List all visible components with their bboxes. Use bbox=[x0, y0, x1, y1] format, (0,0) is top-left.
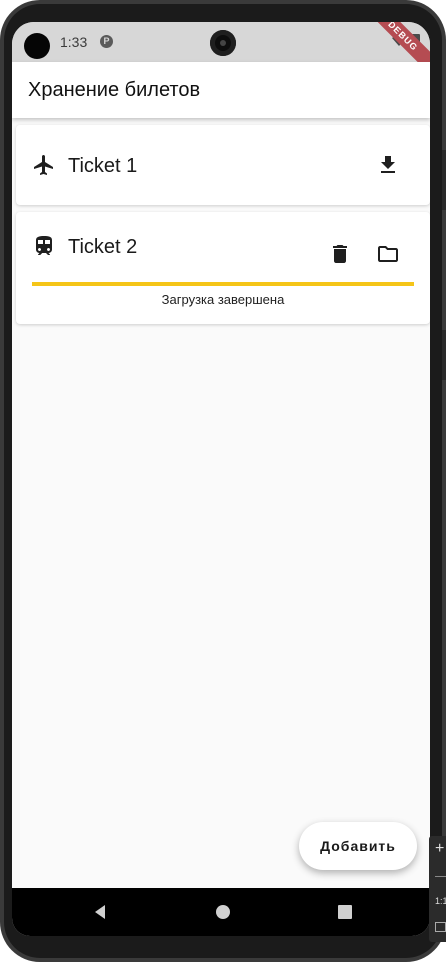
status-time: 1:33 bbox=[60, 34, 88, 50]
camera-cutout-icon bbox=[24, 33, 50, 59]
airplane-icon bbox=[34, 155, 53, 175]
nav-recents-icon[interactable] bbox=[338, 905, 352, 919]
ticket-title: Ticket 1 bbox=[68, 155, 138, 177]
front-camera-icon bbox=[210, 30, 236, 56]
download-progress-bar bbox=[32, 282, 414, 286]
device-frame: 1:33 P DEBUG Хранение билетов Ticket 1 T… bbox=[0, 0, 446, 962]
add-ticket-button[interactable]: Добавить bbox=[299, 822, 417, 870]
folder-icon bbox=[378, 246, 398, 262]
screenshot-icon[interactable] bbox=[435, 922, 446, 932]
download-status-text: Загрузка завершена bbox=[161, 292, 285, 307]
ticket-title: Ticket 2 bbox=[68, 236, 138, 258]
download-button[interactable] bbox=[368, 145, 408, 185]
train-icon bbox=[36, 236, 52, 255]
volume-button bbox=[442, 150, 446, 210]
ticket-card-1[interactable]: Ticket 1 bbox=[16, 125, 430, 205]
delete-icon bbox=[333, 245, 347, 263]
emulator-toolbar: + 1:1 bbox=[429, 836, 446, 942]
phone-screen: 1:33 P DEBUG Хранение билетов Ticket 1 T… bbox=[12, 22, 430, 936]
app-bar: Хранение билетов bbox=[12, 62, 430, 118]
progress-fill bbox=[32, 282, 414, 286]
zoom-in-icon[interactable]: + bbox=[435, 840, 444, 858]
page-title: Хранение билетов bbox=[28, 79, 201, 101]
nav-home-icon[interactable] bbox=[216, 905, 230, 919]
toolbar-divider bbox=[435, 876, 446, 877]
navigation-bar bbox=[12, 888, 430, 936]
status-bar: 1:33 P DEBUG bbox=[12, 22, 430, 81]
download-icon bbox=[381, 156, 395, 173]
delete-button[interactable] bbox=[320, 234, 360, 274]
notification-app-icon: P bbox=[100, 35, 113, 48]
zoom-ratio-button[interactable]: 1:1 bbox=[435, 896, 446, 906]
power-button bbox=[442, 330, 446, 380]
nav-back-icon[interactable] bbox=[92, 904, 108, 920]
ticket-card-2[interactable]: Ticket 2 Загрузка завершена bbox=[16, 212, 430, 324]
open-folder-button[interactable] bbox=[368, 234, 408, 274]
